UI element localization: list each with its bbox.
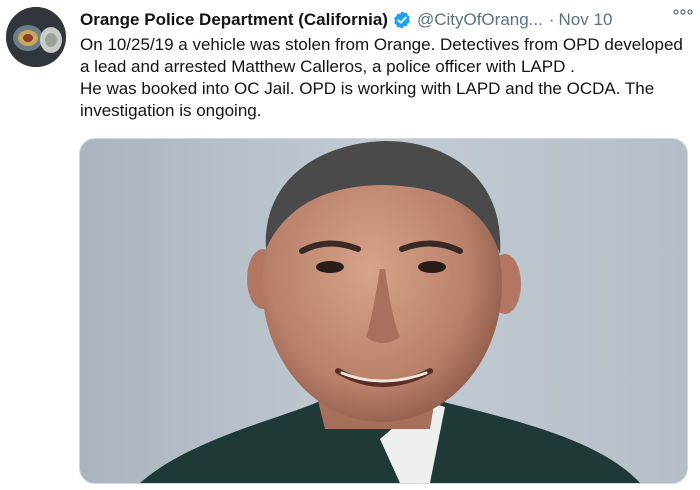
tweet-text: On 10/25/19 a vehicle was stolen from Or… <box>80 35 683 120</box>
user-handle[interactable]: @CityOfOrang... <box>417 10 543 30</box>
booking-photo <box>80 139 687 483</box>
tweet-header: Orange Police Department (California) @C… <box>80 8 690 32</box>
separator-dot: · <box>548 10 555 29</box>
verified-badge-icon <box>392 10 412 30</box>
more-dots-icon[interactable] <box>672 4 694 20</box>
tweet-photo[interactable] <box>79 138 688 484</box>
avatar[interactable] <box>6 7 66 67</box>
tweet-date[interactable]: Nov 10 <box>559 10 613 30</box>
police-patch-avatar-icon <box>6 7 66 67</box>
display-name[interactable]: Orange Police Department (California) <box>80 10 388 30</box>
tweet-card[interactable]: Orange Police Department (California) @C… <box>0 0 700 490</box>
